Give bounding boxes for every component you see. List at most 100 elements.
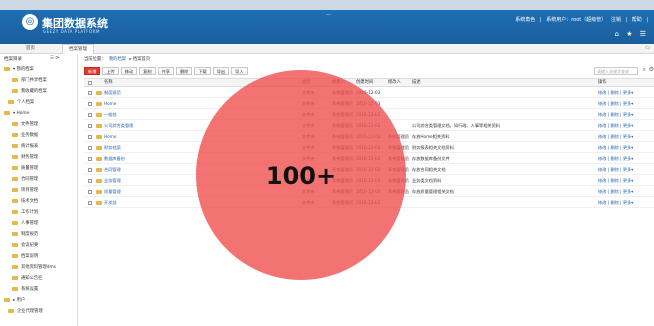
row-name[interactable]: 业务管理 [104, 176, 121, 186]
sidebar-item-label: 档案说明 [21, 254, 39, 259]
sidebar-item[interactable]: 质量管理 [0, 164, 78, 173]
folder-icon [12, 165, 18, 170]
sidebar-item[interactable]: 其他资料管理dms [0, 263, 78, 272]
row-desc: 存放数据库备份文件 [412, 156, 450, 161]
row-checkbox[interactable] [88, 179, 92, 183]
sidebar-tools[interactable]: ☰ ⟳ [50, 56, 59, 61]
sidebar-item[interactable]: 企业代理管理 [0, 307, 78, 316]
row-checkbox[interactable] [88, 168, 92, 172]
help-link[interactable]: 帮助 [632, 17, 642, 23]
row-name[interactable]: 开发部 [104, 198, 117, 208]
sidebar-item[interactable]: 档案说明 [0, 252, 78, 261]
row-name[interactable]: 财务档案 [104, 143, 121, 153]
row-ops[interactable]: 修改 | 删除 | 更多▾ [598, 88, 633, 98]
row-ops[interactable]: 修改 | 删除 | 更多▾ [598, 165, 633, 175]
row-ops[interactable]: 修改 | 删除 | 更多▾ [598, 110, 633, 120]
row-name[interactable]: 数据库备份 [104, 154, 125, 164]
sidebar-item[interactable]: 会议纪要 [0, 241, 78, 250]
toolbar-button[interactable]: 新增 [84, 67, 101, 75]
sidebar-item-label: 通知公告栏 [21, 276, 43, 281]
row-checkbox[interactable] [88, 157, 92, 161]
row-name[interactable]: 一般档 [104, 110, 117, 120]
folder-icon [96, 124, 102, 128]
toolbar-button[interactable]: 共享 [157, 67, 174, 75]
select-all-checkbox[interactable] [88, 81, 92, 85]
row-name[interactable]: 公司综合类管理 [104, 121, 133, 131]
row-ops[interactable]: 修改 | 删除 | 更多▾ [598, 99, 633, 109]
toolbar-button[interactable]: 移动 [120, 67, 138, 75]
folder-icon [96, 91, 102, 95]
tab-menu-icon[interactable]: ▭ [645, 45, 650, 51]
user-role[interactable]: 系统角色 [515, 17, 535, 23]
col-name[interactable]: 名称 [104, 79, 113, 87]
sidebar-item[interactable]: 技术文档 [0, 197, 78, 206]
sidebar-item[interactable]: 统计报表 [0, 142, 78, 151]
sidebar-item[interactable]: 我收藏的档案 [0, 87, 78, 96]
sidebar-item[interactable]: 通知公告栏 [0, 274, 78, 283]
sidebar-item[interactable]: 财务管理 [0, 153, 78, 162]
row-name[interactable]: 制度规范 [104, 88, 121, 98]
row-name[interactable]: 合同管理 [104, 165, 121, 175]
row-checkbox[interactable] [88, 146, 92, 150]
sidebar-item[interactable]: 工作计划 [0, 208, 78, 217]
sidebar-item[interactable]: 系统设置 [0, 285, 78, 294]
row-name[interactable]: Home [104, 99, 116, 109]
sidebar-item[interactable]: 文件管理 [0, 120, 78, 129]
row-checkbox[interactable] [88, 102, 92, 106]
sidebar-item-label: 个人档案 [17, 100, 35, 105]
sidebar-item[interactable]: 个人档案 [0, 98, 78, 107]
col-time[interactable]: 创建时间 [356, 79, 373, 87]
row-ops[interactable]: 修改 | 删除 | 更多▾ [598, 187, 633, 197]
row-checkbox[interactable] [88, 201, 92, 205]
sidebar-item[interactable]: 部门共享档案 [0, 76, 78, 85]
home-icon[interactable]: ⌂ [615, 30, 619, 38]
toolbar-button[interactable]: 下载 [194, 67, 211, 75]
sidebar-item[interactable]: ▸ 用户 [0, 296, 78, 305]
gear-icon[interactable]: ☰ [640, 30, 646, 38]
table-header: 名称 类型 创建人 创建时间 修改人 描述 操作 [84, 78, 654, 87]
tab-archive[interactable]: 档案管理 [62, 44, 94, 54]
row-checkbox[interactable] [88, 91, 92, 95]
sidebar-item[interactable]: 项目管理 [0, 186, 78, 195]
row-checkbox[interactable] [88, 124, 92, 128]
toolbar-button[interactable]: 删除 [175, 67, 193, 75]
user-sep: | [625, 17, 628, 23]
row-ops[interactable]: 修改 | 删除 | 更多▾ [598, 176, 633, 186]
col-desc[interactable]: 描述 [412, 79, 421, 87]
top-band [0, 0, 654, 10]
sidebar-item[interactable]: ▾ Home [0, 109, 78, 118]
row-desc: 存放质量管理相关文档 [412, 189, 454, 194]
row-checkbox[interactable] [88, 135, 92, 139]
row-ops[interactable]: 修改 | 删除 | 更多▾ [598, 143, 633, 153]
toolbar-button[interactable]: 上传 [102, 67, 119, 75]
search-input[interactable]: 请输入关键字查询 [594, 67, 638, 75]
star-icon[interactable]: ★ [626, 30, 632, 38]
row-ops[interactable]: 修改 | 删除 | 更多▾ [598, 121, 633, 131]
row-desc: 存放合同相关文档 [412, 167, 446, 172]
col-modifier[interactable]: 修改人 [388, 79, 401, 87]
sidebar-item[interactable]: ▾ 我的档案 [0, 65, 78, 74]
row-ops[interactable]: 修改 | 删除 | 更多▾ [598, 154, 633, 164]
folder-icon [8, 308, 14, 313]
row-ops[interactable]: 修改 | 删除 | 更多▾ [598, 132, 633, 142]
toolbar-button[interactable]: 导入 [231, 67, 248, 75]
sidebar-item[interactable]: 制度规范 [0, 230, 78, 239]
sidebar-item[interactable]: 合同管理 [0, 175, 78, 184]
tab-home[interactable]: 首页 [20, 44, 41, 54]
user-name[interactable]: 系统用户：root（超级管） [546, 17, 606, 23]
logout-link[interactable]: 注销 [611, 17, 621, 23]
sidebar-item[interactable]: 业务数据 [0, 131, 78, 140]
search-icon[interactable]: ⌕ [643, 66, 646, 74]
sidebar-item[interactable]: 人事管理 [0, 219, 78, 228]
row-checkbox[interactable] [88, 190, 92, 194]
folder-icon [4, 110, 10, 115]
breadcrumb-item[interactable]: 我的档案 [109, 57, 126, 62]
settings-icon[interactable]: ⚙ [649, 66, 654, 73]
app-subtitle: GEEZY DATA PLATFORM [43, 29, 100, 34]
row-ops[interactable]: 修改 | 删除 | 更多▾ [598, 198, 633, 208]
row-name[interactable]: 质量管理 [104, 187, 121, 197]
row-checkbox[interactable] [88, 113, 92, 117]
row-name[interactable]: Home [104, 132, 116, 142]
toolbar-button[interactable]: 导出 [212, 67, 230, 75]
toolbar-button[interactable]: 复制 [139, 67, 156, 75]
